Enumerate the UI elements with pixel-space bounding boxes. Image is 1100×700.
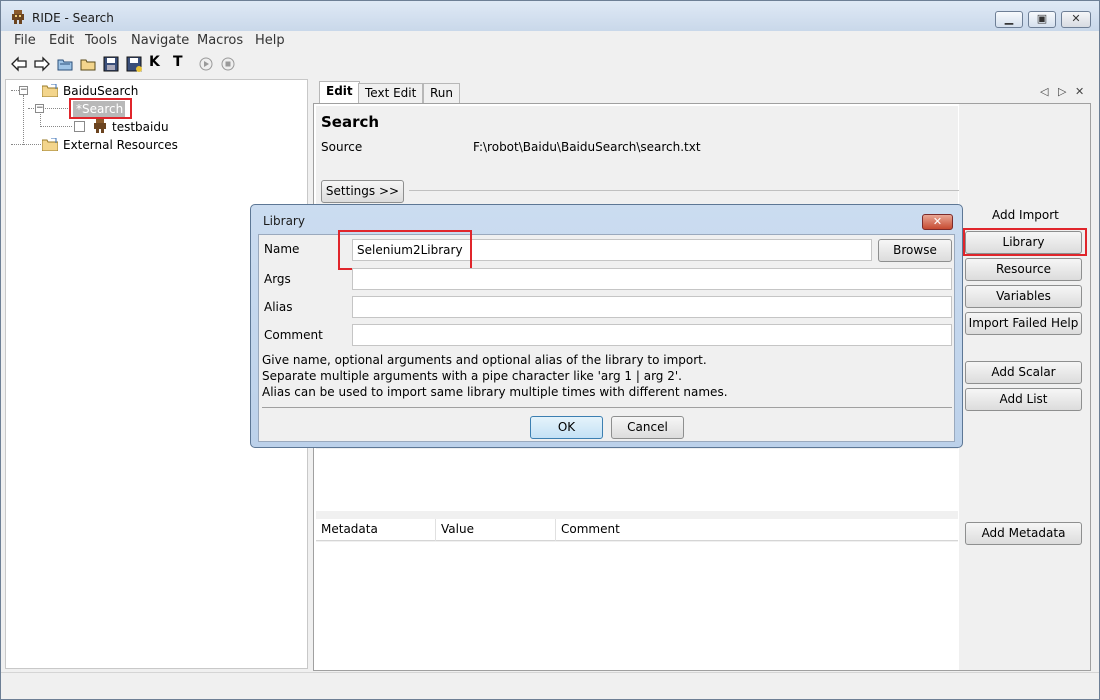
help-text-line-2: Separate multiple arguments with a pipe … — [262, 369, 682, 383]
ok-button[interactable]: OK — [530, 416, 603, 439]
args-label: Args — [264, 272, 291, 286]
metadata-table-body[interactable] — [316, 542, 958, 670]
tab-prev-icon[interactable]: ◁ — [1040, 85, 1048, 98]
import-failed-help-button[interactable]: Import Failed Help — [965, 312, 1082, 335]
close-icon: ✕ — [932, 215, 943, 228]
annotation-highlight — [69, 98, 132, 119]
stop-icon[interactable] — [219, 55, 237, 73]
alias-label: Alias — [264, 300, 293, 314]
menu-bar: File Edit Tools Navigate Macros Help — [1, 31, 1099, 51]
tree-line — [28, 108, 68, 109]
column-comment: Comment — [561, 522, 620, 536]
open-folder-icon[interactable] — [79, 55, 97, 73]
app-window: RIDE - Search ▁ ▣ ✕ File Edit Tools Navi… — [0, 0, 1100, 700]
keyword-search-icon[interactable]: K — [149, 54, 160, 70]
tree-line — [40, 126, 72, 127]
tree-item-baidusearch[interactable]: BaiduSearch — [63, 84, 138, 98]
minimize-icon: ▁ — [1004, 12, 1014, 25]
collapse-icon[interactable]: − — [19, 86, 28, 95]
minimize-button[interactable]: ▁ — [995, 11, 1023, 28]
args-input[interactable] — [352, 268, 952, 290]
back-icon[interactable] — [10, 55, 28, 73]
add-scalar-button[interactable]: Add Scalar — [965, 361, 1082, 384]
tab-close-icon[interactable]: ✕ — [1075, 85, 1084, 98]
comment-label: Comment — [264, 328, 323, 342]
robot-app-icon — [12, 10, 24, 24]
forward-icon[interactable] — [33, 55, 51, 73]
help-text-line-3: Alias can be used to import same library… — [262, 385, 728, 399]
column-separator — [555, 519, 556, 541]
title-bar[interactable]: RIDE - Search ▁ ▣ ✕ — [1, 1, 1099, 31]
tree-line — [23, 144, 41, 145]
variables-area — [316, 449, 958, 511]
menu-tools[interactable]: Tools — [85, 33, 117, 48]
save-all-icon[interactable] — [125, 55, 143, 73]
dialog-separator — [262, 407, 952, 408]
annotation-highlight — [338, 230, 472, 270]
help-text-line-1: Give name, optional arguments and option… — [262, 353, 707, 367]
dialog-close-button[interactable]: ✕ — [922, 214, 953, 230]
menu-help[interactable]: Help — [255, 33, 285, 48]
cancel-button[interactable]: Cancel — [611, 416, 684, 439]
tab-run[interactable]: Run — [423, 83, 461, 103]
metadata-table-header: Metadata Value Comment — [316, 519, 958, 541]
close-icon: ✕ — [1071, 12, 1081, 25]
menu-edit[interactable]: Edit — [49, 33, 74, 48]
add-list-button[interactable]: Add List — [965, 388, 1082, 411]
source-label: Source — [321, 140, 363, 154]
dialog-title: Library — [263, 214, 305, 228]
status-bar — [1, 672, 1099, 699]
comment-input[interactable] — [352, 324, 952, 346]
variables-button[interactable]: Variables — [965, 285, 1082, 308]
window-title: RIDE - Search — [32, 11, 114, 25]
test-checkbox[interactable] — [74, 121, 85, 132]
annotation-highlight — [963, 228, 1087, 256]
folder-icon — [42, 84, 58, 97]
menu-navigate[interactable]: Navigate — [131, 33, 189, 48]
browse-button[interactable]: Browse — [878, 239, 952, 262]
tab-text-edit[interactable]: Text Edit — [358, 83, 424, 103]
tab-bar: Edit Text Edit Run ◁ ▷ ✕ — [313, 81, 1091, 104]
close-button[interactable]: ✕ — [1061, 11, 1091, 28]
open-dir-icon[interactable] — [56, 55, 74, 73]
run-icon[interactable] — [197, 55, 215, 73]
alias-input[interactable] — [352, 296, 952, 318]
maximize-button[interactable]: ▣ — [1028, 11, 1056, 28]
column-metadata: Metadata — [321, 522, 378, 536]
column-value: Value — [441, 522, 474, 536]
tree-line — [11, 144, 23, 145]
maximize-icon: ▣ — [1036, 12, 1048, 25]
toolbar — [1, 51, 1099, 77]
tree-item-external-resources[interactable]: External Resources — [63, 138, 178, 152]
text-search-icon[interactable]: T — [173, 54, 183, 70]
collapse-icon[interactable]: − — [35, 104, 44, 113]
suite-title: Search — [321, 113, 380, 131]
dialog-body: Name Selenium2Library Browse Args Alias … — [258, 230, 955, 442]
tree-item-testbaidu[interactable]: testbaidu — [112, 120, 169, 134]
tree-line — [23, 95, 24, 145]
menu-file[interactable]: File — [14, 33, 36, 48]
save-icon[interactable] — [102, 55, 120, 73]
source-path: F:\robot\Baidu\BaiduSearch\search.txt — [473, 140, 701, 154]
settings-button[interactable]: Settings >> — [321, 180, 404, 203]
library-dialog: Library ✕ Name Selenium2Library Browse A… — [250, 204, 963, 448]
add-import-header: Add Import — [992, 208, 1059, 222]
tree-line — [40, 112, 41, 127]
folder-icon — [42, 138, 58, 151]
column-separator — [435, 519, 436, 541]
add-metadata-button[interactable]: Add Metadata — [965, 522, 1082, 545]
tab-edit[interactable]: Edit — [319, 81, 360, 104]
robot-icon — [94, 119, 106, 133]
resource-button[interactable]: Resource — [965, 258, 1082, 281]
menu-macros[interactable]: Macros — [197, 33, 243, 48]
side-buttons: Add Import Library Resource Variables Im… — [959, 104, 1090, 670]
name-label: Name — [264, 242, 300, 256]
tab-next-icon[interactable]: ▷ — [1058, 85, 1066, 98]
